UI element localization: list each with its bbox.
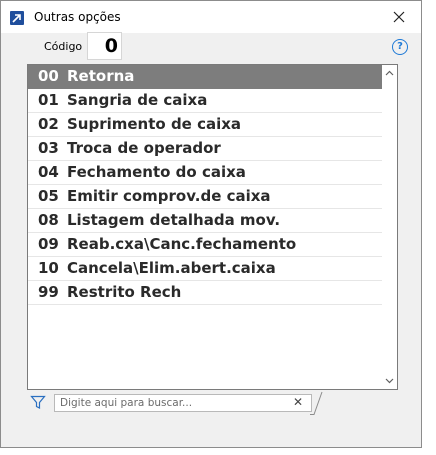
window-title: Outras opções [34,10,121,24]
item-code: 05 [38,187,59,205]
codigo-label: Código [44,40,83,53]
item-label: Suprimento de caixa [67,115,242,133]
filter-icon[interactable] [30,395,46,410]
item-label: Emitir comprov.de caixa [67,187,271,205]
item-code: 04 [38,163,59,181]
close-icon [393,11,405,23]
search-input[interactable] [54,394,312,412]
search-bar: ✕ [27,391,323,415]
help-icon[interactable]: ? [392,39,408,55]
item-code: 00 [38,67,59,85]
list-item[interactable]: 02 Suprimento de caixa [28,113,383,137]
item-label: Retorna [67,67,135,85]
list-item[interactable]: 05 Emitir comprov.de caixa [28,185,383,209]
list-item[interactable]: 09 Reab.cxa\Canc.fechamento [28,233,383,257]
vertical-scrollbar[interactable] [382,65,397,389]
app-icon [10,11,24,25]
clear-icon[interactable]: ✕ [293,395,303,409]
close-button[interactable] [377,1,421,33]
dialog-window: Outras opções Código 0 ? 00 Retorna 01 S… [0,0,422,448]
item-label: Restrito Rech [67,283,182,301]
item-label: Reab.cxa\Canc.fechamento [67,235,297,253]
codigo-input[interactable]: 0 [87,32,122,60]
item-label: Cancela\Elim.abert.caixa [67,259,276,277]
item-label: Fechamento do caixa [67,163,246,181]
item-code: 09 [38,235,59,253]
search-tab-edge [310,391,323,415]
item-code: 99 [38,283,59,301]
item-code: 08 [38,211,59,229]
list-item[interactable]: 01 Sangria de caixa [28,89,383,113]
list-item[interactable]: 99 Restrito Rech [28,281,383,305]
item-label: Sangria de caixa [67,91,208,109]
item-label: Listagem detalhada mov. [67,211,281,229]
item-label: Troca de operador [67,139,221,157]
item-code: 10 [38,259,59,277]
list-item[interactable]: 04 Fechamento do caixa [28,161,383,185]
item-code: 03 [38,139,59,157]
list-item[interactable]: 10 Cancela\Elim.abert.caixa [28,257,383,281]
list-item[interactable]: 03 Troca de operador [28,137,383,161]
title-bar: Outras opções [1,1,421,33]
chevron-down-icon[interactable] [385,378,394,384]
item-code: 01 [38,91,59,109]
options-list[interactable]: 00 Retorna 01 Sangria de caixa 02 Suprim… [27,64,398,390]
chevron-up-icon[interactable] [385,70,394,76]
list-item[interactable]: 08 Listagem detalhada mov. [28,209,383,233]
item-code: 02 [38,115,59,133]
list-item[interactable]: 00 Retorna [28,65,383,89]
